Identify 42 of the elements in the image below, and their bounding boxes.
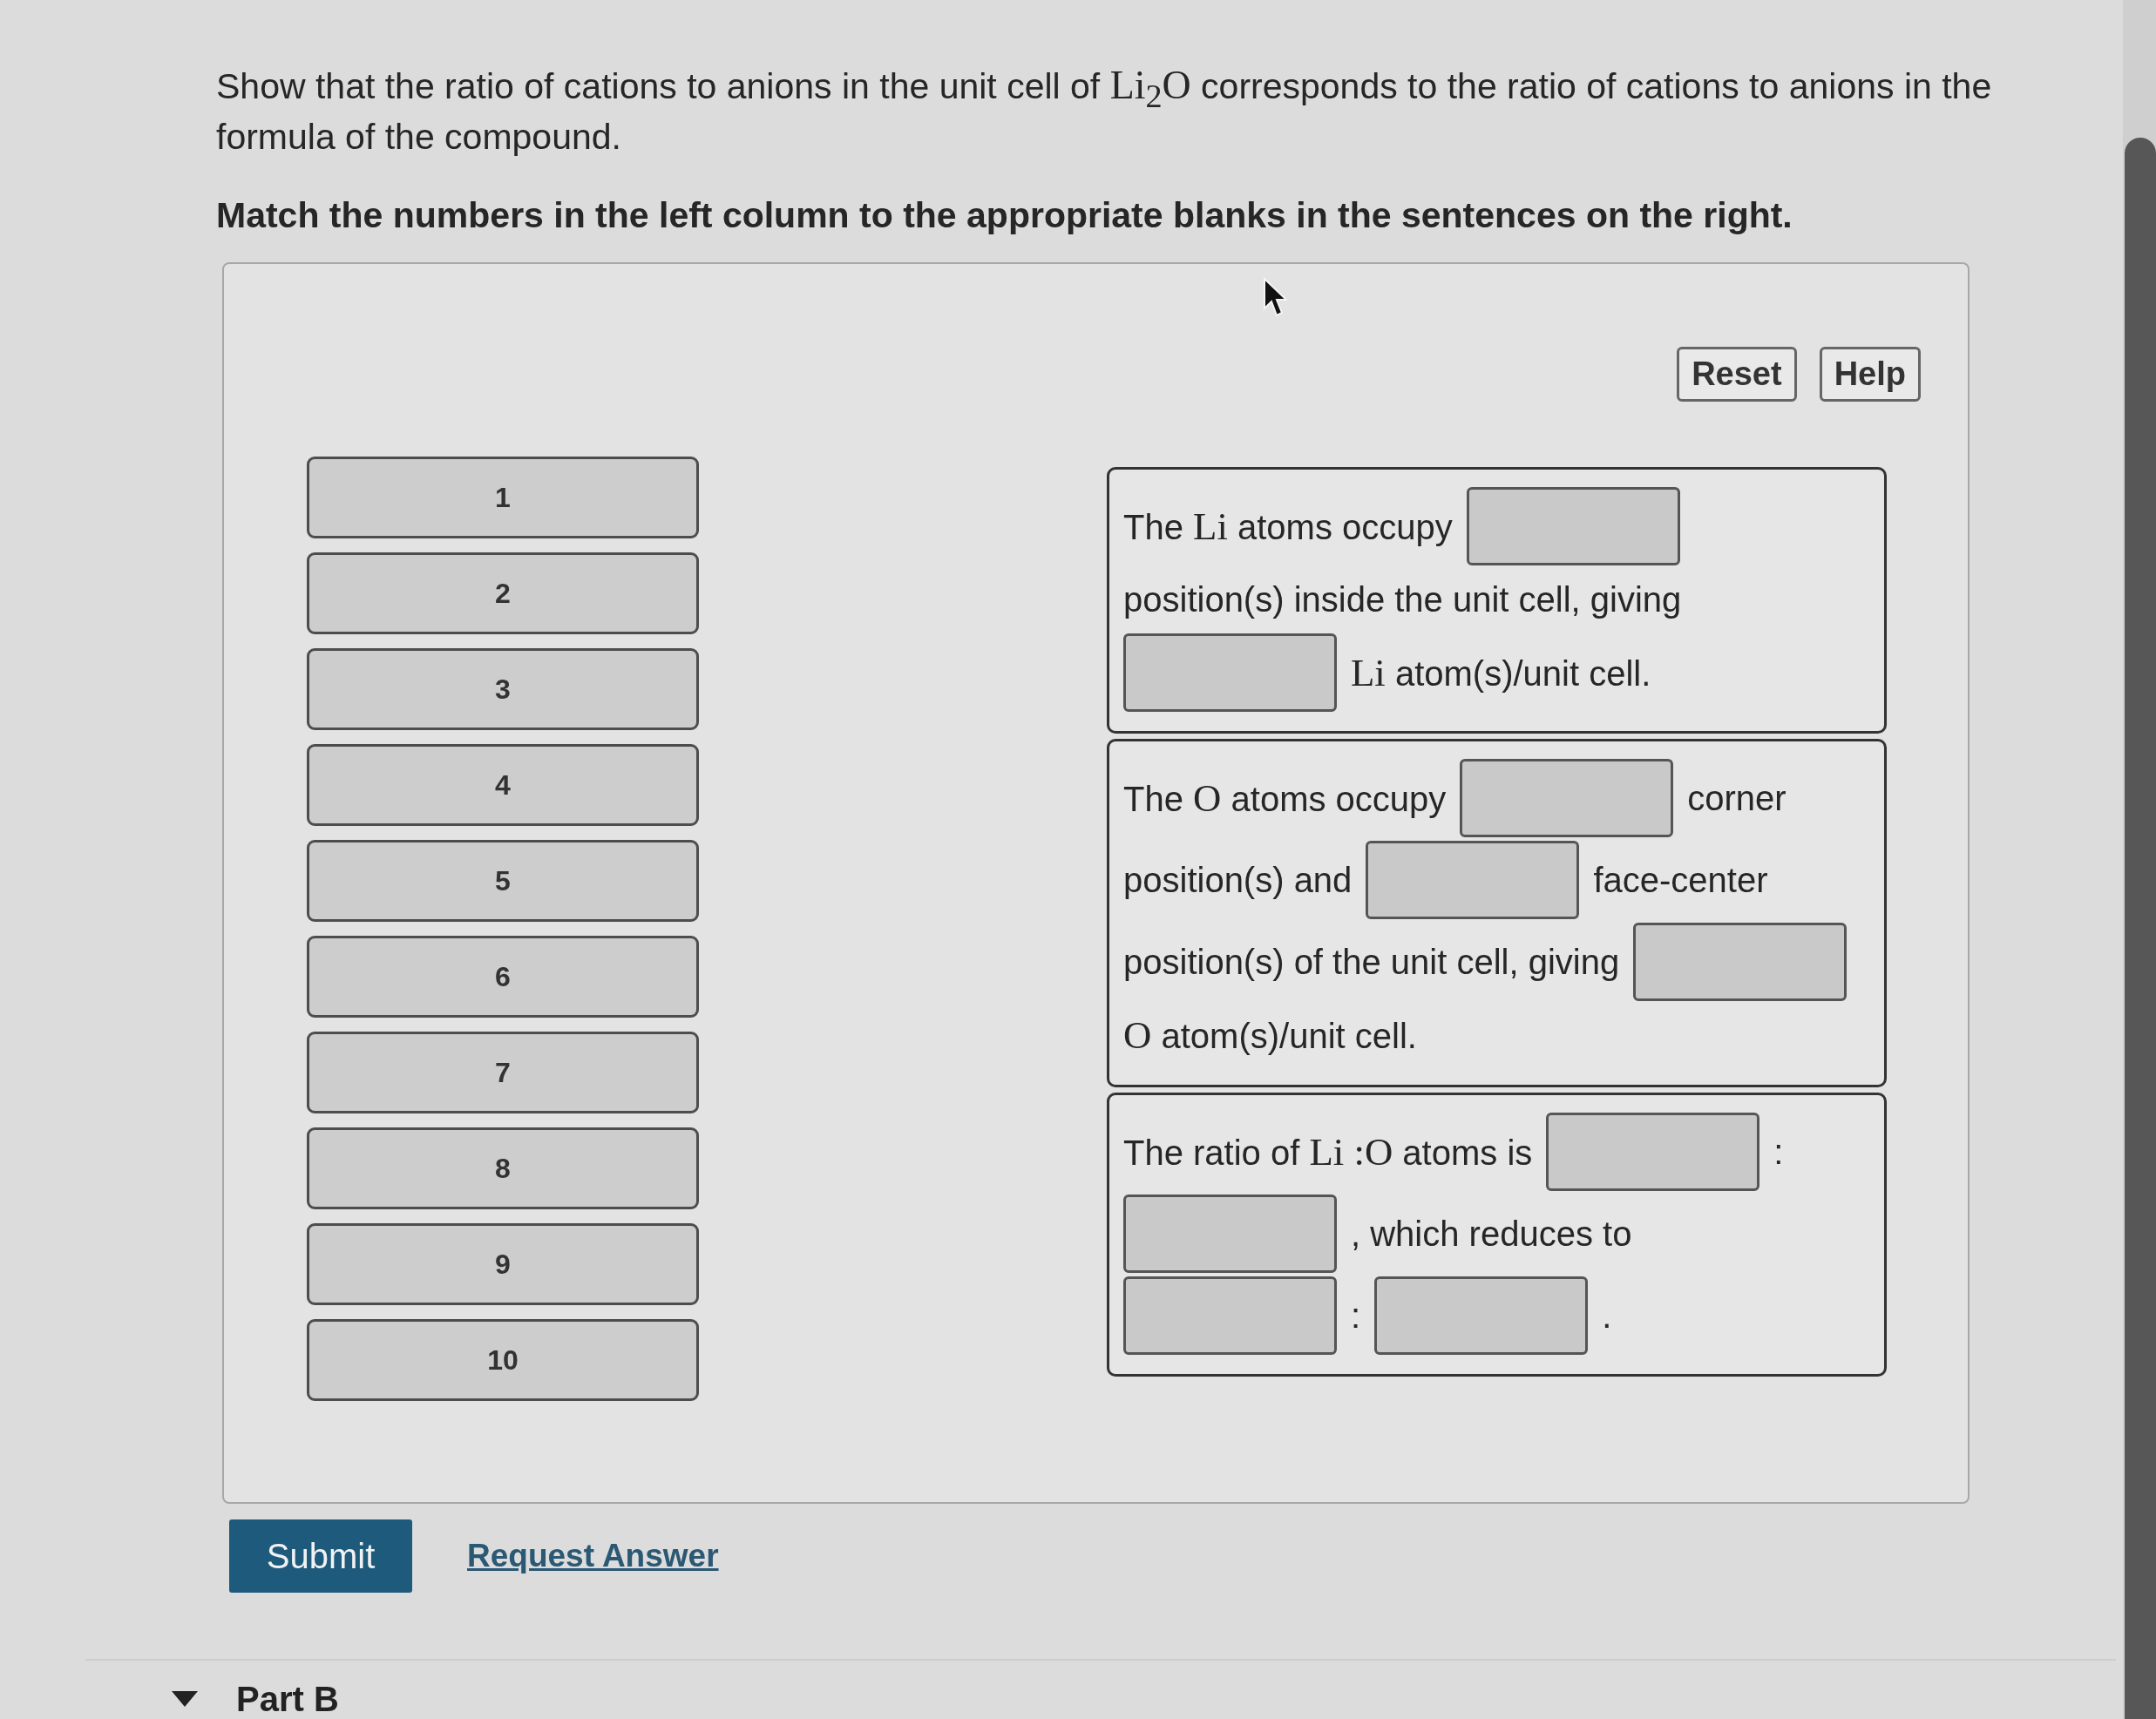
sentence-text: The ratio of Li :O atoms is (1123, 1129, 1533, 1175)
number-tile[interactable]: 6 (307, 936, 699, 1019)
question-text: Show that the ratio of cations to anions in the unit cell of Li$_{2}$O corresponds to the ratio of cations to anions in the formula of the compound. (216, 64, 1993, 159)
sentence-text: : (1351, 1296, 1361, 1336)
drop-blank[interactable] (1466, 487, 1680, 566)
request-answer-link[interactable]: Request Answer (467, 1538, 719, 1575)
number-tile[interactable]: 1 (307, 457, 699, 539)
sentence-text: corner (1687, 778, 1786, 818)
sentence-text: The O atoms occupy (1123, 775, 1447, 822)
drop-blank[interactable] (1460, 759, 1674, 838)
submit-button[interactable]: Submit (229, 1519, 412, 1594)
tool-button[interactable]: Reset (1677, 347, 1797, 403)
drop-blank[interactable] (1633, 923, 1848, 1002)
sentence-text: The Li atoms occupy (1123, 504, 1453, 550)
sentence-text: position(s) of the unit cell, giving (1123, 942, 1620, 982)
sentence-text: . (1602, 1296, 1612, 1336)
instruction-text: Match the numbers in the left column to the appropriate blanks in the sentences on the right. (216, 194, 1793, 237)
sentence-text: position(s) inside the unit cell, giving (1123, 579, 1682, 619)
number-tile[interactable]: 4 (307, 744, 699, 827)
drop-blank[interactable] (1123, 1195, 1337, 1274)
caret-icon (172, 1691, 198, 1708)
tool-button[interactable]: Help (1819, 347, 1921, 403)
number-tile[interactable]: 5 (307, 840, 699, 923)
sentence-text: position(s) and (1123, 860, 1353, 900)
drop-blank[interactable] (1374, 1276, 1589, 1356)
sentence-text: : (1773, 1132, 1784, 1172)
drop-blank[interactable] (1123, 633, 1337, 713)
sentence-text: O atom(s)/unit cell. (1123, 1012, 1417, 1059)
number-tile[interactable]: 7 (307, 1032, 699, 1114)
drop-blank[interactable] (1366, 841, 1580, 920)
sentence-text: face-center (1593, 860, 1768, 900)
number-tile[interactable]: 9 (307, 1223, 699, 1306)
number-tile[interactable]: 3 (307, 648, 699, 731)
part-toggle[interactable]: Part B (172, 1680, 339, 1719)
sentence-text: , which reduces to (1351, 1214, 1632, 1254)
cursor-icon (1263, 277, 1287, 319)
drop-blank[interactable] (1123, 1276, 1337, 1356)
drop-blank[interactable] (1546, 1113, 1760, 1192)
number-tile[interactable]: 2 (307, 552, 699, 635)
sentence-text: Li atom(s)/unit cell. (1351, 650, 1651, 696)
number-tile[interactable]: 8 (307, 1127, 699, 1210)
number-tile[interactable]: 10 (307, 1319, 699, 1402)
